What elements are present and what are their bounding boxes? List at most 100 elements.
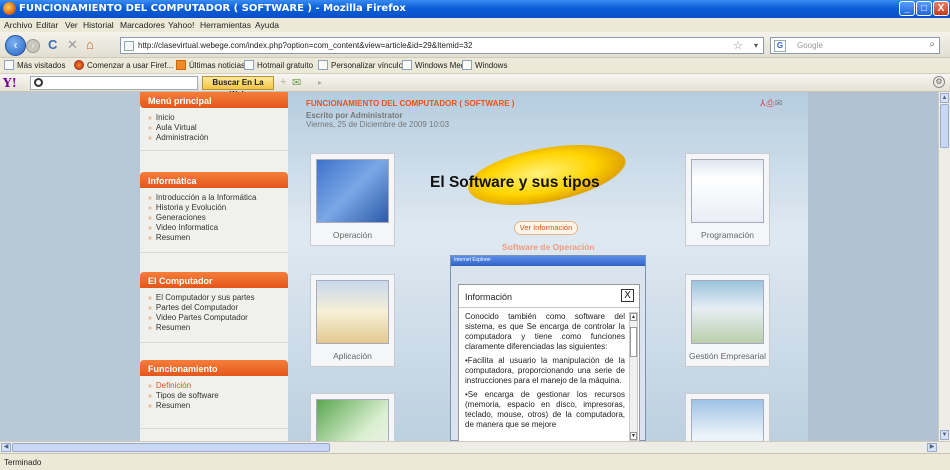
home-button[interactable]: ⌂ [86,38,94,52]
thumbnail-excel[interactable] [310,393,395,441]
page-icon [244,60,254,70]
info-popup: Internet Explorer Información X Conocido… [450,255,646,442]
popup-close-button[interactable]: X [621,289,634,302]
menu-bar: Archivo Editar Ver Historial Marcadores … [0,18,950,32]
sidebar-item-computador-partes[interactable]: El Computador y sus partes [148,293,288,303]
yahoo-search-input[interactable] [30,76,198,90]
thumbnail-aplicacion[interactable]: Aplicación [310,274,395,367]
sidebar-item-aula-virtual[interactable]: Aula Virtual [148,123,288,133]
sidebar-item-generaciones[interactable]: Generaciones [148,213,288,223]
envelope-icon[interactable]: ✉ [292,76,301,89]
thumbnail-gestion-empresarial[interactable]: Gestión Empresarial [685,274,770,367]
sidebar-item-resumen[interactable]: Resumen [148,401,288,411]
firefox-icon [74,60,84,70]
yahoo-logo[interactable]: Y! [3,76,17,90]
add-icon[interactable]: + [280,76,286,88]
menu-archivo[interactable]: Archivo [4,20,32,30]
sidebar-item-video-partes[interactable]: Video Partes Computador [148,313,288,323]
sidebar-item-inicio[interactable]: Inicio [148,113,288,123]
url-text[interactable]: http://clasevirtual.webege.com/index.php… [138,41,472,50]
chevron-down-icon[interactable]: ▾ [754,41,758,50]
thumbnail-operacion[interactable]: Operación [310,153,395,246]
scrollbar-thumb[interactable] [630,327,637,357]
bookmark-item[interactable]: Windows [462,60,507,70]
menu-yahoo[interactable]: Yahoo! [168,20,194,30]
stop-button[interactable]: ✕ [67,38,78,52]
scrollbar-thumb[interactable] [12,443,330,452]
right-panel [808,92,938,441]
scroll-down-icon[interactable]: ▼ [940,430,949,440]
thumbnail-programacion[interactable]: Programación [685,153,770,246]
excel-logo-image [316,399,389,441]
thumbnail-ski[interactable] [685,393,770,441]
scroll-down-icon[interactable]: ▼ [630,432,637,440]
search-placeholder: Google [797,41,823,50]
article-title[interactable]: FUNCIONAMIENTO DEL COMPUTADOR ( SOFTWARE… [306,99,514,108]
scroll-left-icon[interactable]: ◀ [1,443,11,452]
sidebar-item-video-informatica[interactable]: Video Informatica [148,223,288,233]
search-engine-icon[interactable]: G [774,40,786,52]
programming-screenshot-image [691,159,764,223]
back-button[interactable]: ‹ [5,35,26,56]
menu-herramientas[interactable]: Herramientas [200,20,251,30]
status-bar: Terminado [0,453,950,470]
sidebar-item-historia[interactable]: Historia y Evolución [148,203,288,213]
ver-informacion-button[interactable]: Ver Información [514,221,578,235]
module-funcionamiento: Funcionamiento Definición Tipos de softw… [140,360,288,411]
page-icon [402,60,412,70]
popup-content: Información X Conocido también como soft… [458,284,640,442]
maximize-button[interactable]: □ [916,1,932,16]
divider [140,428,288,436]
popup-heading: Información [465,292,513,302]
email-icon[interactable]: ✉ [775,98,784,108]
sidebar-item-resumen[interactable]: Resumen [148,233,288,243]
reload-button[interactable]: C [48,38,57,52]
menu-ayuda[interactable]: Ayuda [255,20,279,30]
bookmark-item[interactable]: Comenzar a usar Firef... [74,60,173,70]
buscar-web-button[interactable]: Buscar En La Web [202,76,274,99]
print-icon[interactable]: ⎙ [767,98,775,108]
chevron-right-icon[interactable]: ▸ [318,78,322,87]
window-title: FUNCIONAMIENTO DEL COMPUTADOR ( SOFTWARE… [19,3,406,14]
page-vertical-scrollbar[interactable]: ▲ ▼ [938,92,950,441]
sidebar-item-administracion[interactable]: Administración [148,133,288,143]
url-bar[interactable]: http://clasevirtual.webege.com/index.php… [120,37,764,54]
page-horizontal-scrollbar[interactable]: ◀ ▶ [0,441,950,453]
scrollbar-thumb[interactable] [940,104,949,148]
status-text: Terminado [4,458,42,467]
search-icon[interactable]: ⌕ [929,39,935,50]
scroll-up-icon[interactable]: ▲ [630,313,637,321]
divider [140,252,288,260]
thumbnail-caption: Aplicación [333,351,372,361]
module-menu-principal: Menú principal Inicio Aula Virtual Admin… [140,92,288,143]
sidebar-item-tipos-software[interactable]: Tipos de software [148,391,288,401]
firefox-logo-icon [3,2,16,15]
sidebar-item-definicion[interactable]: Definición [148,381,288,391]
sidebar: Menú principal Inicio Aula Virtual Admin… [140,92,288,441]
bookmark-item[interactable]: Personalizar vínculos [318,60,407,70]
scroll-up-icon[interactable]: ▲ [940,93,949,103]
module-title: Menú principal [140,92,288,108]
sidebar-item-resumen[interactable]: Resumen [148,323,288,333]
application-screenshot-image [316,280,389,344]
close-window-button[interactable]: X [933,1,949,16]
bookmark-item[interactable]: Más visitados [4,60,65,70]
scroll-right-icon[interactable]: ▶ [927,443,937,452]
module-title: Funcionamiento [140,360,288,376]
menu-historial[interactable]: Historial [83,20,114,30]
popup-scrollbar[interactable]: ▲ ▼ [629,312,638,441]
minimize-button[interactable]: _ [899,1,915,16]
forward-button[interactable]: › [26,39,40,53]
menu-editar[interactable]: Editar [36,20,58,30]
search-bar[interactable]: G Google ⌕ [770,37,940,54]
bookmark-item[interactable]: Últimas noticias [176,60,245,70]
sidebar-item-partes-computador[interactable]: Partes del Computador [148,303,288,313]
bookmark-star-icon[interactable]: ☆ [733,39,743,52]
menu-marcadores[interactable]: Marcadores [120,20,165,30]
bookmark-item[interactable]: Hotmail gratuito [244,60,313,70]
popup-text: Conocido también como software del siste… [465,312,625,442]
settings-icon[interactable]: ⚙ [933,76,945,88]
sidebar-item-introduccion[interactable]: Introducción a la Informática [148,193,288,203]
thumbnail-caption: Gestión Empresarial [688,351,766,361]
menu-ver[interactable]: Ver [65,20,78,30]
